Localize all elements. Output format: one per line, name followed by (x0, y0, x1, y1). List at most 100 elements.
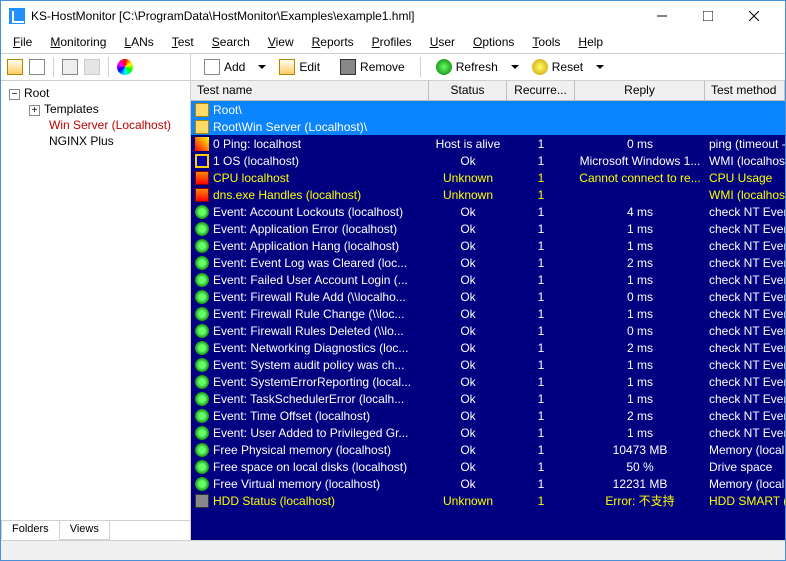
refresh-button[interactable]: Refresh (429, 56, 505, 78)
cell-recur: 1 (507, 239, 575, 253)
delete-icon[interactable] (84, 59, 100, 75)
table-row[interactable]: dns.exe Handles (localhost)Unknown1WMI (… (191, 186, 785, 203)
table-row[interactable]: Event: Application Hang (localhost)Ok11 … (191, 237, 785, 254)
table-row[interactable]: Event: Firewall Rule Add (\\localho...Ok… (191, 288, 785, 305)
collapse-icon[interactable]: − (9, 89, 20, 100)
cell-status: Ok (429, 222, 507, 236)
table-row[interactable]: Event: TaskSchedulerError (localh...Ok11… (191, 390, 785, 407)
header-recur[interactable]: Recurre... (507, 81, 575, 100)
minimize-button[interactable] (639, 1, 685, 31)
tree-root[interactable]: −Root (5, 85, 186, 101)
menu-profiles[interactable]: Profiles (364, 33, 420, 51)
cell-status: Ok (429, 375, 507, 389)
folder-tree[interactable]: −Root +Templates Win Server (Localhost) … (1, 81, 190, 520)
table-row[interactable]: Event: Event Log was Cleared (loc...Ok12… (191, 254, 785, 271)
cell-reply: 1 ms (575, 358, 705, 372)
tree-nginx[interactable]: NGINX Plus (5, 133, 186, 149)
cell-name: Event: Event Log was Cleared (loc... (213, 256, 407, 270)
menu-reports[interactable]: Reports (304, 33, 362, 51)
maximize-button[interactable] (685, 1, 731, 31)
cell-status: Unknown (429, 188, 507, 202)
table-row[interactable]: Event: Account Lockouts (localhost)Ok14 … (191, 203, 785, 220)
tree-winserver[interactable]: Win Server (Localhost) (5, 117, 186, 133)
menu-help[interactable]: Help (570, 33, 611, 51)
menu-options[interactable]: Options (465, 33, 522, 51)
cell-reply: 4 ms (575, 205, 705, 219)
expand-icon[interactable]: + (29, 105, 40, 116)
menu-monitoring[interactable]: Monitoring (42, 33, 114, 51)
close-button[interactable] (731, 1, 777, 31)
table-row[interactable]: Event: Application Error (localhost)Ok11… (191, 220, 785, 237)
menu-user[interactable]: User (422, 33, 463, 51)
cell-recur: 1 (507, 426, 575, 440)
cell-name: CPU localhost (213, 171, 289, 185)
menu-test[interactable]: Test (164, 33, 202, 51)
cell-method: check NT Ever (705, 341, 785, 355)
table-row[interactable]: Event: Failed User Account Login (...Ok1… (191, 271, 785, 288)
header-reply[interactable]: Reply (575, 81, 705, 100)
menu-view[interactable]: View (260, 33, 302, 51)
menu-tools[interactable]: Tools (524, 33, 568, 51)
add-dropdown[interactable] (258, 65, 266, 69)
refresh-dropdown[interactable] (511, 65, 519, 69)
cell-reply: 1 ms (575, 307, 705, 321)
table-row[interactable]: Event: User Added to Privileged Gr...Ok1… (191, 424, 785, 441)
reset-icon (532, 59, 548, 75)
table-row[interactable]: Event: Firewall Rule Change (\\loc...Ok1… (191, 305, 785, 322)
cell-method: check NT Ever (705, 239, 785, 253)
table-row[interactable]: Event: System audit policy was ch...Ok11… (191, 356, 785, 373)
tree-templates[interactable]: +Templates (5, 101, 186, 117)
edit-button[interactable]: Edit (272, 56, 327, 78)
cell-reply: 2 ms (575, 341, 705, 355)
cell-reply: 1 ms (575, 392, 705, 406)
test-grid[interactable]: Root\Root\Win Server (Localhost)\0 Ping:… (191, 101, 785, 540)
new-test-icon[interactable] (29, 59, 45, 75)
header-testname[interactable]: Test name (191, 81, 429, 100)
table-row[interactable]: Event: SystemErrorReporting (local...Ok1… (191, 373, 785, 390)
cell-method: HDD SMART ( (705, 494, 785, 508)
cell-status: Ok (429, 426, 507, 440)
cell-method: WMI (localhost (705, 154, 785, 168)
menu-lans[interactable]: LANs (116, 33, 161, 51)
cell-status: Ok (429, 256, 507, 270)
table-row[interactable]: Free Physical memory (localhost)Ok110473… (191, 441, 785, 458)
cell-recur: 1 (507, 443, 575, 457)
toolbar: Add Edit Remove Refresh Reset (1, 53, 785, 81)
menu-file[interactable]: File (5, 33, 40, 51)
table-row[interactable]: Event: Networking Diagnostics (loc...Ok1… (191, 339, 785, 356)
title-bar: KS-HostMonitor [C:\ProgramData\HostMonit… (1, 1, 785, 31)
table-row[interactable]: CPU localhostUnknown1Cannot connect to r… (191, 169, 785, 186)
green-icon (195, 307, 209, 321)
cell-status: Ok (429, 477, 507, 491)
tab-views[interactable]: Views (59, 521, 110, 540)
table-row[interactable]: Root\ (191, 101, 785, 118)
green-icon (195, 290, 209, 304)
header-method[interactable]: Test method (705, 81, 785, 100)
tab-folders[interactable]: Folders (1, 521, 60, 540)
new-folder-icon[interactable] (7, 59, 23, 75)
cell-status: Ok (429, 307, 507, 321)
cell-name: Event: TaskSchedulerError (localh... (213, 392, 404, 406)
cell-status: Ok (429, 443, 507, 457)
palette-icon[interactable] (117, 59, 133, 75)
table-row[interactable]: Free Virtual memory (localhost)Ok112231 … (191, 475, 785, 492)
header-status[interactable]: Status (429, 81, 507, 100)
table-row[interactable]: HDD Status (localhost)Unknown1Error: 不支持… (191, 492, 785, 509)
cell-recur: 1 (507, 154, 575, 168)
table-row[interactable]: Free space on local disks (localhost)Ok1… (191, 458, 785, 475)
reset-button[interactable]: Reset (525, 56, 590, 78)
table-row[interactable]: Event: Time Offset (localhost)Ok12 msche… (191, 407, 785, 424)
cell-method: check NT Ever (705, 409, 785, 423)
table-row[interactable]: Event: Firewall Rules Deleted (\\lo...Ok… (191, 322, 785, 339)
remove-button[interactable]: Remove (333, 56, 412, 78)
table-row[interactable]: Root\Win Server (Localhost)\ (191, 118, 785, 135)
green-icon (195, 341, 209, 355)
cell-name: 1 OS (localhost) (213, 154, 299, 168)
cell-name: Free Virtual memory (localhost) (213, 477, 380, 491)
reset-dropdown[interactable] (596, 65, 604, 69)
copy-icon[interactable] (62, 59, 78, 75)
table-row[interactable]: 0 Ping: localhostHost is alive10 msping … (191, 135, 785, 152)
add-button[interactable]: Add (197, 56, 252, 78)
table-row[interactable]: 1 OS (localhost)Ok1Microsoft Windows 1..… (191, 152, 785, 169)
menu-search[interactable]: Search (204, 33, 258, 51)
